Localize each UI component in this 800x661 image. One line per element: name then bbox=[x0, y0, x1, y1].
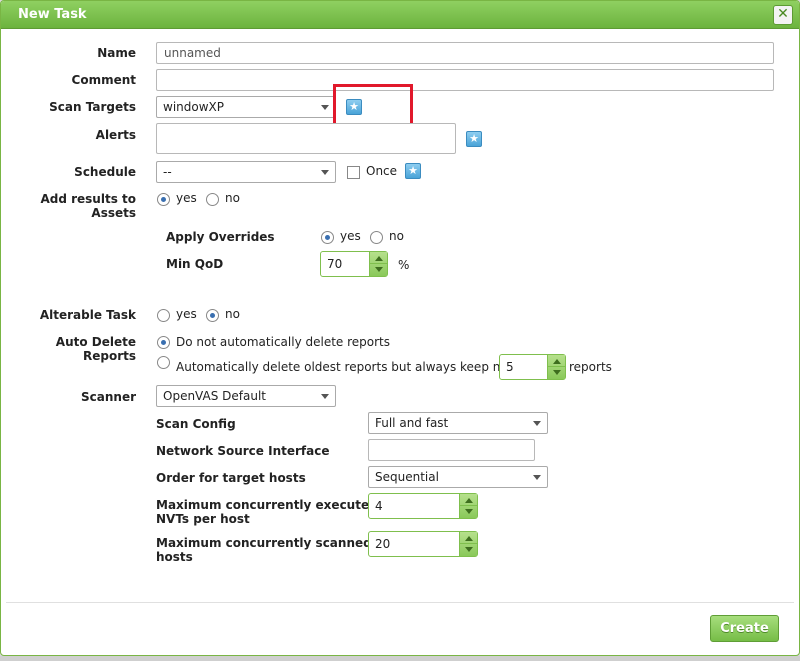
order-hosts-label: Order for target hosts bbox=[156, 471, 306, 485]
min-qod-spinner[interactable]: 70 bbox=[320, 251, 388, 277]
max-nvts-label-line2: NVTs per host bbox=[156, 512, 250, 526]
chevron-down-icon[interactable] bbox=[465, 509, 473, 514]
add-results-label-line2: Assets bbox=[91, 206, 136, 220]
auto-delete-keep-radio[interactable] bbox=[157, 356, 170, 369]
chevron-down-icon[interactable] bbox=[375, 267, 383, 272]
scan-targets-label: Scan Targets bbox=[49, 100, 136, 114]
max-nvts-spinner[interactable]: 4 bbox=[368, 493, 478, 519]
max-hosts-spinner[interactable]: 20 bbox=[368, 531, 478, 557]
add-results-no-radio[interactable] bbox=[206, 193, 219, 206]
chevron-down-icon bbox=[321, 105, 329, 110]
max-hosts-value: 20 bbox=[375, 537, 391, 551]
network-source-label: Network Source Interface bbox=[156, 444, 330, 458]
alterable-no-label: no bbox=[225, 307, 240, 321]
schedule-value: -- bbox=[163, 165, 172, 179]
max-nvts-spin-buttons[interactable] bbox=[459, 494, 477, 518]
auto-delete-option1: Do not automatically delete reports bbox=[176, 335, 391, 349]
new-alert-star-icon[interactable]: ★ bbox=[466, 131, 482, 147]
chevron-down-icon bbox=[321, 394, 329, 399]
new-task-dialog: New Task ✕ Name unnamed Comment Scan Tar… bbox=[0, 0, 800, 656]
name-input[interactable]: unnamed bbox=[156, 42, 774, 64]
add-results-label-line1: Add results to bbox=[40, 192, 136, 206]
dialog-titlebar: New Task ✕ bbox=[1, 1, 799, 29]
max-hosts-spin-buttons[interactable] bbox=[459, 532, 477, 556]
auto-delete-no-radio[interactable] bbox=[157, 336, 170, 349]
alterable-yes-label: yes bbox=[176, 307, 197, 321]
scanner-label: Scanner bbox=[81, 390, 136, 404]
network-source-input[interactable] bbox=[368, 439, 535, 461]
alterable-no-radio[interactable] bbox=[206, 309, 219, 322]
chevron-down-icon[interactable] bbox=[553, 370, 561, 375]
footer-divider bbox=[6, 602, 794, 603]
keep-reports-spin-buttons[interactable] bbox=[547, 355, 565, 379]
alerts-multiselect[interactable] bbox=[156, 123, 456, 154]
auto-delete-label-line1: Auto Delete bbox=[55, 335, 136, 349]
chevron-up-icon[interactable] bbox=[553, 359, 561, 364]
name-label: Name bbox=[97, 46, 136, 60]
once-label: Once bbox=[366, 164, 398, 178]
min-qod-value: 70 bbox=[327, 257, 343, 271]
scan-config-label: Scan Config bbox=[156, 417, 236, 431]
dialog-title: New Task bbox=[18, 7, 87, 22]
add-results-yes-radio[interactable] bbox=[157, 193, 170, 206]
max-nvts-label-line1: Maximum concurrently executed bbox=[156, 498, 378, 512]
min-qod-spin-buttons[interactable] bbox=[369, 252, 387, 276]
once-checkbox[interactable] bbox=[347, 166, 360, 179]
auto-delete-option2: Automatically delete oldest reports but … bbox=[176, 360, 536, 374]
apply-overrides-label: Apply Overrides bbox=[166, 230, 275, 244]
order-hosts-value: Sequential bbox=[375, 470, 439, 484]
scan-config-select[interactable]: Full and fast bbox=[368, 412, 548, 434]
scanner-select[interactable]: OpenVAS Default bbox=[156, 385, 336, 407]
min-qod-label: Min QoD bbox=[166, 257, 224, 271]
schedule-label: Schedule bbox=[74, 165, 136, 179]
order-hosts-select[interactable]: Sequential bbox=[368, 466, 548, 488]
add-results-yes-label: yes bbox=[176, 191, 197, 205]
max-hosts-label-line2: hosts bbox=[156, 550, 193, 564]
alterable-yes-radio[interactable] bbox=[157, 309, 170, 322]
page-footer-strip bbox=[0, 656, 800, 661]
chevron-down-icon[interactable] bbox=[465, 547, 473, 552]
chevron-up-icon[interactable] bbox=[375, 256, 383, 261]
close-icon: ✕ bbox=[777, 6, 789, 22]
comment-label: Comment bbox=[71, 73, 136, 87]
close-button[interactable]: ✕ bbox=[773, 5, 793, 25]
schedule-select[interactable]: -- bbox=[156, 161, 336, 183]
add-results-no-label: no bbox=[225, 191, 240, 205]
scan-targets-value: windowXP bbox=[163, 100, 224, 114]
chevron-up-icon[interactable] bbox=[465, 536, 473, 541]
min-qod-unit: % bbox=[398, 258, 410, 272]
chevron-down-icon bbox=[321, 170, 329, 175]
max-hosts-label-line1: Maximum concurrently scanned bbox=[156, 536, 372, 550]
apply-overrides-yes-radio[interactable] bbox=[321, 231, 334, 244]
max-nvts-value: 4 bbox=[375, 499, 383, 513]
alerts-label: Alerts bbox=[95, 128, 136, 142]
keep-reports-spinner[interactable]: 5 bbox=[499, 354, 566, 380]
scan-targets-select[interactable]: windowXP bbox=[156, 96, 336, 118]
apply-overrides-yes-label: yes bbox=[340, 229, 361, 243]
chevron-down-icon bbox=[533, 421, 541, 426]
apply-overrides-no-label: no bbox=[389, 229, 404, 243]
scanner-value: OpenVAS Default bbox=[163, 389, 266, 403]
chevron-down-icon bbox=[533, 475, 541, 480]
new-schedule-star-icon[interactable]: ★ bbox=[405, 163, 421, 179]
scan-config-value: Full and fast bbox=[375, 416, 449, 430]
chevron-up-icon[interactable] bbox=[465, 498, 473, 503]
keep-reports-unit: reports bbox=[569, 360, 612, 374]
apply-overrides-no-radio[interactable] bbox=[370, 231, 383, 244]
comment-input[interactable] bbox=[156, 69, 774, 91]
alterable-task-label: Alterable Task bbox=[39, 308, 136, 322]
keep-reports-value: 5 bbox=[506, 360, 514, 374]
auto-delete-label-line2: Reports bbox=[82, 349, 136, 363]
create-button[interactable]: Create bbox=[710, 615, 779, 642]
